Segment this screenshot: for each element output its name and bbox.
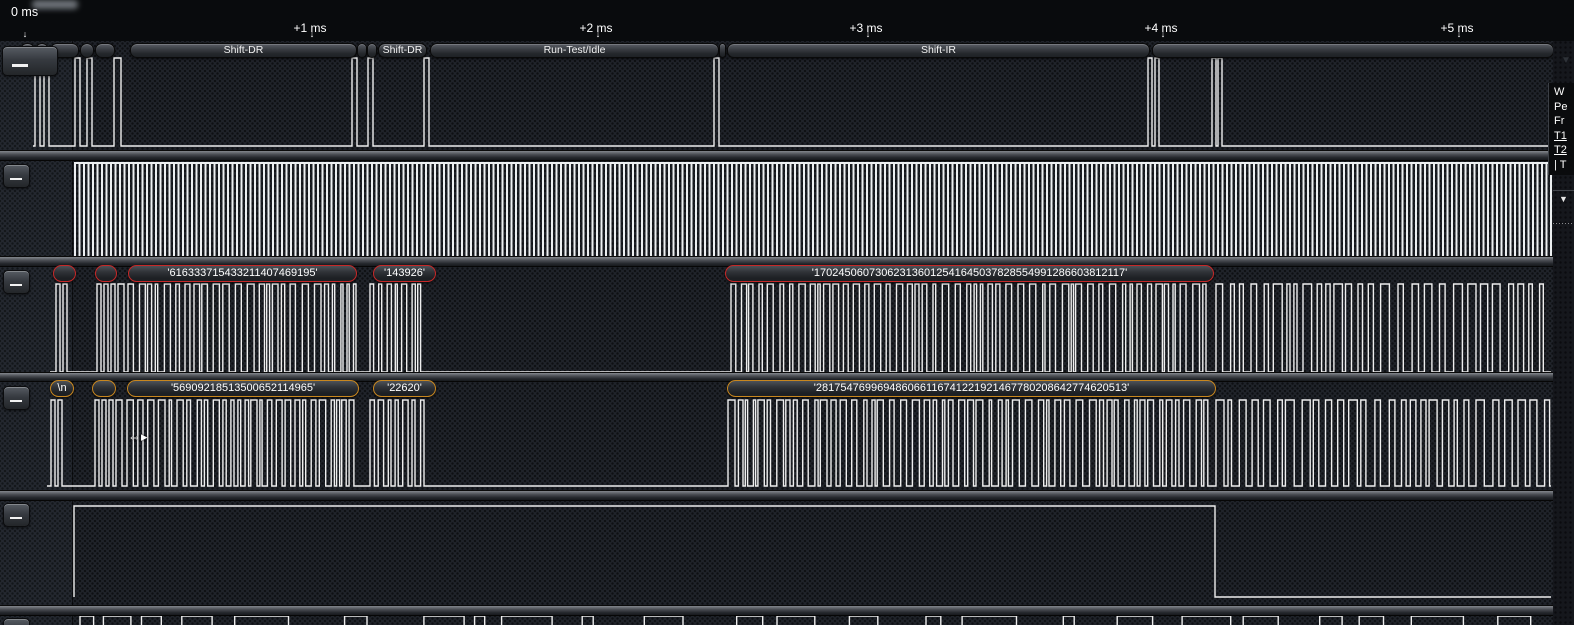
- time-tick-arrow-icon: ↓: [1161, 29, 1166, 39]
- row-separator[interactable]: [0, 490, 1553, 501]
- decoded-value-bubble: [53, 265, 76, 282]
- minus-icon: [10, 400, 22, 402]
- minus-icon: [10, 517, 22, 519]
- state-annotation: Run-Test/Idle: [430, 43, 719, 58]
- dropdown-arrow-icon[interactable]: ▼: [1559, 194, 1568, 204]
- decoded-value-bubble: '616333715433211407469195': [128, 265, 357, 282]
- state-annotation: [80, 43, 94, 58]
- decoded-value-bubble: '56909218513500652114965': [127, 380, 359, 397]
- decoded-value-bubble: '143926': [373, 265, 436, 282]
- measurement-label: Fr: [1554, 114, 1574, 129]
- redacted-text: [32, 0, 78, 9]
- channel-1-collapse-button[interactable]: [3, 164, 30, 188]
- decoded-value-bubble: '281754769969486066116741221921467780208…: [727, 380, 1216, 397]
- waveform-canvas[interactable]: [0, 41, 1553, 625]
- state-annotation: [357, 43, 367, 58]
- measurement-panel: WPeFrT1T2| T: [1548, 83, 1574, 175]
- measurement-link[interactable]: T1: [1554, 129, 1574, 144]
- decoded-value-bubble: '170245060730623136012541645037828554991…: [725, 265, 1214, 282]
- minus-icon: [12, 64, 28, 67]
- row-separator[interactable]: [0, 150, 1553, 161]
- time-tick-arrow-icon: ↓: [596, 29, 601, 39]
- channel-4-collapse-button[interactable]: [3, 503, 30, 527]
- state-annotation: Shift-IR: [727, 43, 1150, 58]
- channel-0-collapse-button[interactable]: [2, 46, 58, 76]
- time-tick-arrow-icon: ↓: [866, 29, 871, 39]
- time-ruler[interactable]: 0 ms ↓+1 ms↓+2 ms↓+3 ms↓+4 ms↓+5 ms↓: [0, 0, 1574, 41]
- state-annotation: Shift-DR: [378, 43, 427, 58]
- decoded-value-bubble: [95, 265, 117, 282]
- channel-2-collapse-button[interactable]: [3, 270, 30, 294]
- minus-icon: [10, 284, 22, 286]
- time-tick-arrow-icon: ↓: [23, 29, 28, 39]
- state-annotation: [95, 43, 115, 58]
- logic-analyzer-window: 0 ms ↓+1 ms↓+2 ms↓+3 ms↓+4 ms↓+5 ms↓ ⇔▸ …: [0, 0, 1574, 625]
- scroll-down-arrow-icon[interactable]: ▼: [1561, 55, 1571, 66]
- measurement-link[interactable]: T2: [1554, 143, 1574, 158]
- panel-separator-line: [1553, 190, 1574, 191]
- measurement-label: | T: [1554, 158, 1574, 173]
- channel-divider-line: [72, 41, 73, 625]
- decoded-value-bubble: [92, 380, 116, 397]
- state-annotation: [719, 43, 726, 58]
- minus-icon: [10, 178, 22, 180]
- decoded-value-bubble: '22620': [373, 380, 436, 397]
- row-separator[interactable]: [0, 605, 1553, 616]
- channel-label-strip: [0, 41, 72, 625]
- time-tick-arrow-icon: ↓: [310, 29, 315, 39]
- decoded-value-bubble: \n: [50, 380, 74, 397]
- state-annotation: [1152, 43, 1554, 58]
- state-annotation: Shift-DR: [130, 43, 357, 58]
- measurement-label: W: [1554, 85, 1574, 100]
- measurement-label: Pe: [1554, 100, 1574, 115]
- clock-channel-band: [74, 162, 1553, 258]
- time-tick-arrow-icon: ↓: [1457, 29, 1462, 39]
- state-annotation: [367, 43, 377, 58]
- channel-5-collapse-button[interactable]: [3, 618, 30, 625]
- horizontal-resize-cursor-icon: ⇔▸: [128, 430, 148, 443]
- channel-3-collapse-button[interactable]: [3, 386, 30, 410]
- panel-dotted-line: [1553, 223, 1574, 224]
